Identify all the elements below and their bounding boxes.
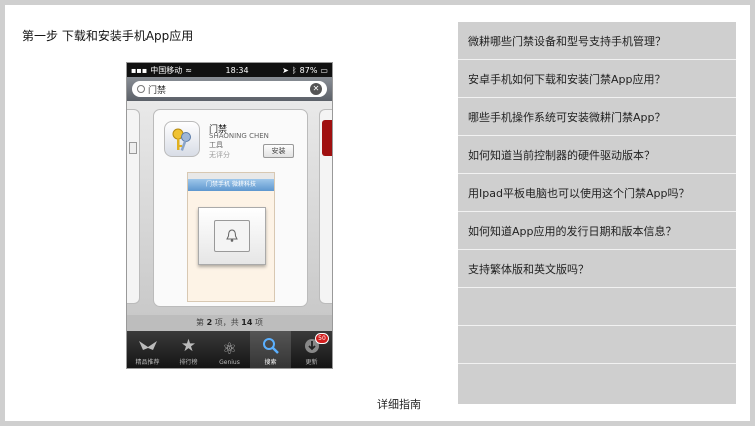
pagination-page: 2: [206, 318, 213, 327]
tab-search-label: 搜索: [264, 359, 277, 366]
tab-updates[interactable]: 50 更新: [291, 331, 332, 368]
app-store-tabbar: 精品推荐 ★ 排行榜 ⚛ Genius 搜索 50 更新: [127, 331, 332, 368]
battery-icon: ▭: [320, 65, 328, 75]
app-developer: SHAONING CHEN: [209, 132, 269, 140]
install-button[interactable]: 安装: [263, 144, 294, 158]
app-icon[interactable]: [164, 121, 200, 157]
app-card[interactable]: 门禁 SHAONING CHEN 工具 无评分 安装 门禁手机 微耕科技: [153, 109, 308, 307]
phone-screenshot: ▪▪▪ 中国移动 ≈ 18:34 ➤ ᛒ 87% ▭ 门禁 ✕ 门禁 SHAON…: [126, 62, 333, 369]
location-icon: ➤: [282, 65, 289, 75]
faq-list: 微耕哪些门禁设备和型号支持手机管理？ 安卓手机如何下载和安装门禁App应用？ 哪…: [458, 22, 736, 404]
bell-icon: [226, 229, 238, 242]
faq-item[interactable]: 哪些手机操作系统可安装微耕门禁App？: [458, 98, 736, 136]
status-bar: ▪▪▪ 中国移动 ≈ 18:34 ➤ ᛒ 87% ▭: [127, 63, 332, 77]
search-query: 门禁: [148, 85, 167, 96]
faq-item[interactable]: 用Ipad平板电脑也可以使用这个门禁App吗？: [458, 174, 736, 212]
tab-featured-label: 精品推荐: [135, 359, 160, 366]
search-magnifier-icon: [137, 85, 145, 93]
tab-updates-label: 更新: [305, 359, 318, 366]
pagination-total: 14: [241, 318, 253, 327]
faq-item[interactable]: 如何知道当前控制器的硬件驱动版本？: [458, 136, 736, 174]
faq-item[interactable]: 微耕哪些门禁设备和型号支持手机管理？: [458, 22, 736, 60]
pagination-suffix: 项: [254, 318, 263, 327]
tab-top-charts-label: 排行榜: [179, 359, 198, 366]
previous-card[interactable]: [127, 109, 140, 304]
pagination-middle: 项，共: [214, 318, 239, 327]
preview-bell-button: [214, 220, 250, 252]
signal-icon: ▪▪▪: [131, 65, 148, 75]
featured-icon: [138, 335, 158, 357]
pagination-indicator: 第 2 项，共 14 项: [127, 315, 332, 331]
star-icon: ★: [180, 336, 197, 356]
pagination-prefix: 第: [196, 318, 205, 327]
clear-search-button[interactable]: ✕: [310, 83, 322, 95]
search-bar: 门禁 ✕: [127, 77, 332, 101]
app-preview-screenshot[interactable]: 门禁手机 微耕科技: [187, 172, 275, 302]
tab-genius[interactable]: ⚛ Genius: [209, 331, 250, 368]
keys-icon: [172, 128, 191, 151]
battery-percent: 87%: [299, 65, 318, 75]
app-rating: 无评分: [209, 151, 230, 159]
next-app-icon: [322, 120, 332, 156]
status-time: 18:34: [225, 65, 249, 75]
faq-item[interactable]: 安卓手机如何下载和安装门禁App应用？: [458, 60, 736, 98]
faq-item-empty: [458, 288, 736, 326]
preview-nav-title: 门禁手机 微耕科技: [188, 179, 274, 191]
tab-featured[interactable]: 精品推荐: [127, 331, 168, 368]
detail-guide-link[interactable]: 详细指南: [377, 396, 421, 412]
wifi-icon: ≈: [185, 65, 192, 75]
tab-search[interactable]: 搜索: [250, 331, 291, 368]
previous-card-button: [129, 142, 137, 154]
tab-top-charts[interactable]: ★ 排行榜: [168, 331, 209, 368]
step-title: 第一步 下载和安装手机App应用: [22, 29, 194, 43]
search-icon: [262, 335, 280, 357]
result-carousel[interactable]: 门禁 SHAONING CHEN 工具 无评分 安装 门禁手机 微耕科技: [127, 101, 332, 315]
next-card[interactable]: [319, 109, 332, 304]
bluetooth-icon: ᛒ: [291, 65, 297, 75]
tab-genius-label: Genius: [219, 359, 240, 366]
carrier-label: 中国移动: [150, 65, 183, 75]
updates-badge: 50: [315, 333, 329, 344]
faq-item[interactable]: 如何知道App应用的发行日期和版本信息？: [458, 212, 736, 250]
search-input[interactable]: 门禁 ✕: [132, 81, 327, 97]
preview-door-panel: [198, 207, 266, 265]
faq-item[interactable]: 支持繁体版和英文版吗？: [458, 250, 736, 288]
app-category: 工具: [209, 141, 223, 149]
faq-item-empty: [458, 364, 736, 402]
faq-item-empty: [458, 326, 736, 364]
genius-icon: ⚛: [222, 338, 237, 358]
